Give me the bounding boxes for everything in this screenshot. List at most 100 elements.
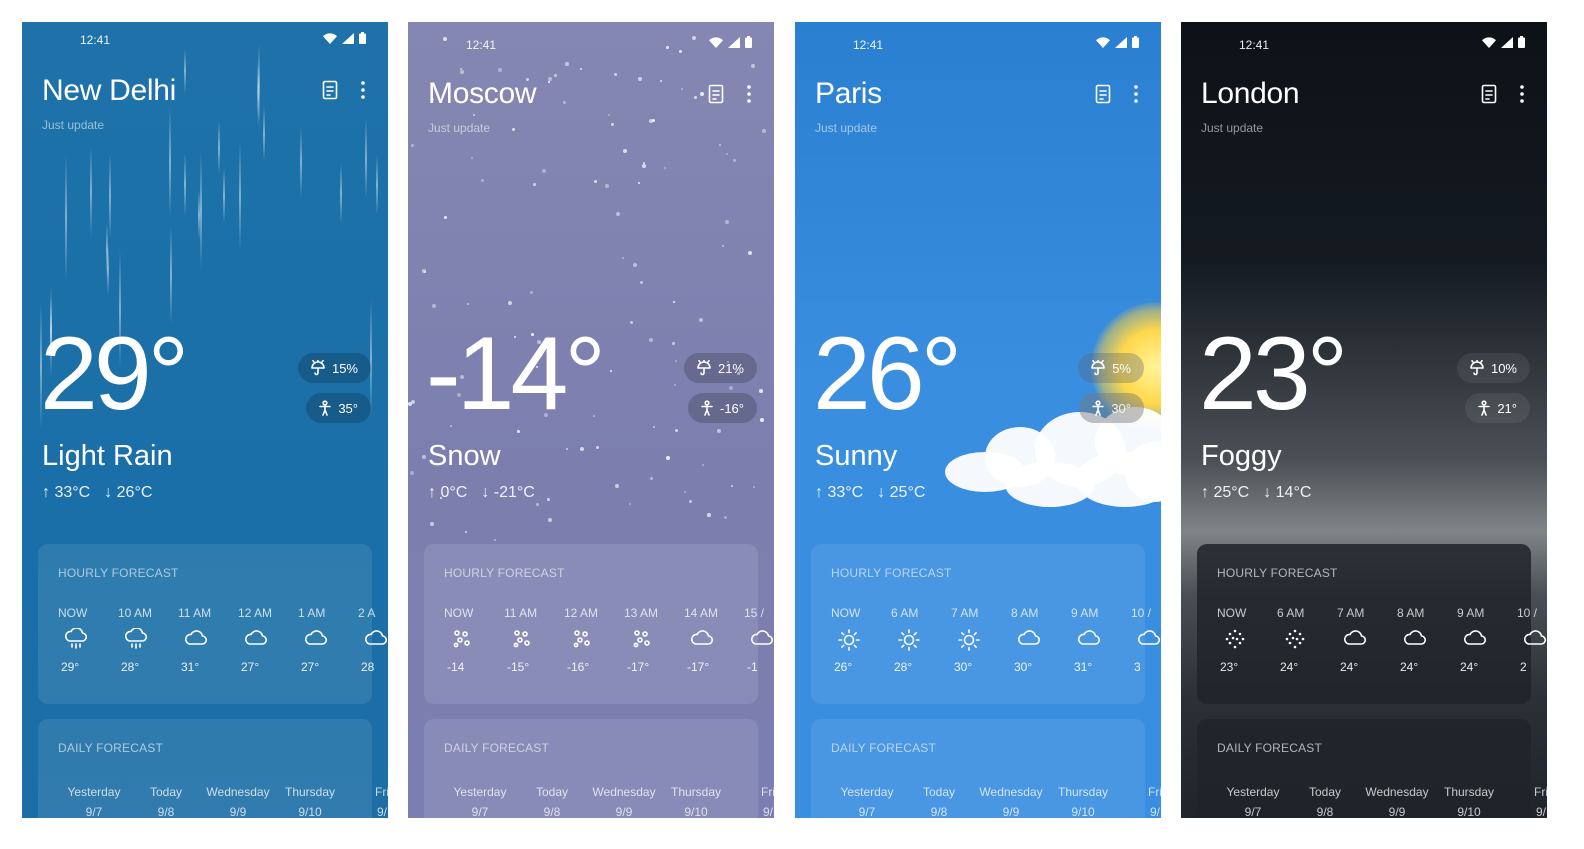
daily-item[interactable]: Yesterday 9/7 — [444, 785, 516, 818]
daily-item[interactable]: Today 9/8 — [516, 785, 588, 818]
arrow-down-icon: ↓ — [877, 484, 886, 501]
hour-temperature: 31° — [1074, 660, 1093, 674]
current-temperature: 23° — [1199, 316, 1348, 432]
city-list-icon[interactable] — [1481, 84, 1497, 104]
hour-label: 6 AM — [891, 606, 919, 620]
hour-label: 12 AM — [564, 606, 599, 620]
daily-item[interactable]: Wednesday 9/9 — [975, 785, 1047, 818]
precipitation-badge[interactable]: 10% — [1456, 353, 1530, 383]
cloud-icon — [244, 628, 268, 654]
hourly-item: 11 AM 31° — [178, 606, 238, 674]
hour-temperature: 30° — [954, 660, 973, 674]
daily-item[interactable]: Fri 9/ — [732, 785, 774, 818]
city-list-icon[interactable] — [1095, 84, 1111, 104]
feels-like-badge[interactable]: 21° — [1465, 393, 1530, 423]
arrow-up-icon: ↑ — [42, 484, 50, 501]
more-options-icon[interactable] — [360, 80, 366, 100]
day-date: 9/ — [1149, 805, 1160, 818]
day-name: Yesterday — [840, 785, 894, 799]
hour-temperature: 3 — [1134, 660, 1141, 674]
hourly-forecast-card[interactable]: HOURLY FORECAST NOW 23° 6 AM 24° 7 AM 24° 8 AM… — [1197, 544, 1547, 704]
feels-like-badge[interactable]: 30° — [1079, 393, 1144, 423]
hour-label: 8 AM — [1011, 606, 1039, 620]
cloud-icon — [364, 628, 388, 654]
weather-condition: Foggy — [1201, 440, 1282, 472]
hour-temperature: 23° — [1220, 660, 1239, 674]
daily-list[interactable]: Yesterday 9/7 Today 9/8 Wednesday 9/9 Thursday… — [58, 785, 388, 818]
daily-forecast-card[interactable]: DAILY FORECAST Yesterday 9/7 Today 9/8 Wedne… — [38, 719, 388, 818]
hourly-forecast-card[interactable]: HOURLY FORECAST NOW 29° 10 AM 28° 11 AM 31° 12… — [38, 544, 388, 704]
daily-forecast-card[interactable]: DAILY FORECAST Yesterday 9/7 Today 9/8 Wedne… — [1197, 719, 1547, 818]
city-list-icon[interactable] — [322, 80, 338, 100]
daily-item[interactable]: Fri 9/ — [1505, 785, 1547, 818]
day-date: 9/7 — [1244, 805, 1262, 818]
hourly-list[interactable]: NOW 23° 6 AM 24° 7 AM 24° 8 AM 24° 9 AM 24° 10 / 2 — [1217, 606, 1547, 674]
hour-label: 9 AM — [1457, 606, 1485, 620]
high-temperature: 25°C — [1213, 484, 1250, 501]
city-list-icon[interactable] — [708, 84, 724, 104]
hourly-list[interactable]: NOW 29° 10 AM 28° 11 AM 31° 12 AM 27° 1 AM 27° 2 A… — [58, 606, 388, 674]
daily-forecast-card[interactable]: DAILY FORECAST Yesterday 9/7 Today 9/8 Wedne… — [424, 719, 774, 818]
daily-item[interactable]: Fri 9/ — [346, 785, 388, 818]
hourly-item: 1 AM 27° — [298, 606, 358, 674]
daily-item[interactable]: Thursday 9/10 — [274, 785, 346, 818]
hourly-item: 10 / 2 — [1517, 606, 1547, 674]
daily-item[interactable]: Wednesday 9/9 — [1361, 785, 1433, 818]
battery-icon — [745, 36, 752, 48]
more-options-icon[interactable] — [1519, 84, 1525, 104]
hour-label: 12 AM — [238, 606, 273, 620]
hour-label: NOW — [444, 606, 474, 620]
precipitation-badge[interactable]: 21% — [683, 353, 757, 383]
hourly-list[interactable]: NOW 26° 6 AM 28° 7 AM 30° 8 AM 30° 9 AM 31° 10 / 3 — [831, 606, 1161, 674]
arrow-up-icon: ↑ — [1201, 484, 1209, 501]
cloud-icon — [1523, 628, 1547, 654]
high-temperature: 33°C — [54, 484, 91, 501]
hourly-forecast-title: HOURLY FORECAST — [444, 566, 565, 580]
day-date: 9/9 — [1388, 805, 1406, 818]
day-name: Wednesday — [979, 785, 1043, 799]
hourly-forecast-card[interactable]: HOURLY FORECAST NOW -14 11 AM -15° 12 AM -16°… — [424, 544, 774, 704]
hour-label: NOW — [1217, 606, 1247, 620]
daily-item[interactable]: Today 9/8 — [903, 785, 975, 818]
day-name: Today — [535, 785, 569, 799]
hour-label: NOW — [831, 606, 861, 620]
wifi-icon — [323, 32, 337, 44]
cloud-icon — [184, 628, 208, 654]
feels-like-badge[interactable]: 35° — [306, 393, 371, 423]
daily-item[interactable]: Today 9/8 — [130, 785, 202, 818]
status-time: 12:41 — [1239, 38, 1270, 52]
daily-item[interactable]: Fri 9/ — [1119, 785, 1161, 818]
hourly-forecast-card[interactable]: HOURLY FORECAST NOW 26° 6 AM 28° 7 AM 30° 8 AM… — [811, 544, 1161, 704]
daily-item[interactable]: Today 9/8 — [1289, 785, 1361, 818]
snow-icon — [450, 628, 474, 654]
more-options-icon[interactable] — [746, 84, 752, 104]
hour-temperature: 24° — [1340, 660, 1359, 674]
precipitation-badge[interactable]: 5% — [1078, 353, 1144, 383]
hour-temperature: 24° — [1280, 660, 1299, 674]
daily-forecast-card[interactable]: DAILY FORECAST Yesterday 9/7 Today 9/8 Wedne… — [811, 719, 1161, 818]
hourly-list[interactable]: NOW -14 11 AM -15° 12 AM -16° 13 AM -17° 14 AM -1… — [444, 606, 774, 674]
precipitation-value: 5% — [1112, 360, 1131, 376]
daily-item[interactable]: Wednesday 9/9 — [588, 785, 660, 818]
update-status: Just update — [1201, 121, 1264, 135]
daily-item[interactable]: Thursday 9/10 — [660, 785, 732, 818]
daily-item[interactable]: Thursday 9/10 — [1047, 785, 1119, 818]
day-date: 9/8 — [543, 805, 561, 818]
umbrella-icon — [696, 360, 712, 376]
wifi-icon — [1482, 36, 1496, 48]
daily-list[interactable]: Yesterday 9/7 Today 9/8 Wednesday 9/9 Thursday… — [831, 785, 1161, 818]
daily-item[interactable]: Yesterday 9/7 — [58, 785, 130, 818]
daily-list[interactable]: Yesterday 9/7 Today 9/8 Wednesday 9/9 Thursday… — [444, 785, 774, 818]
daily-list[interactable]: Yesterday 9/7 Today 9/8 Wednesday 9/9 Thursday… — [1217, 785, 1547, 818]
daily-item[interactable]: Wednesday 9/9 — [202, 785, 274, 818]
hour-temperature: 28 — [361, 660, 375, 674]
daily-item[interactable]: Yesterday 9/7 — [831, 785, 903, 818]
feels-like-badge[interactable]: -16° — [688, 393, 757, 423]
day-name: Thursday — [670, 785, 722, 799]
low-temperature: 14°C — [1275, 484, 1312, 501]
precipitation-badge[interactable]: 15% — [297, 353, 371, 383]
hour-label: 11 AM — [504, 606, 538, 620]
daily-item[interactable]: Yesterday 9/7 — [1217, 785, 1289, 818]
more-options-icon[interactable] — [1133, 84, 1139, 104]
daily-item[interactable]: Thursday 9/10 — [1433, 785, 1505, 818]
